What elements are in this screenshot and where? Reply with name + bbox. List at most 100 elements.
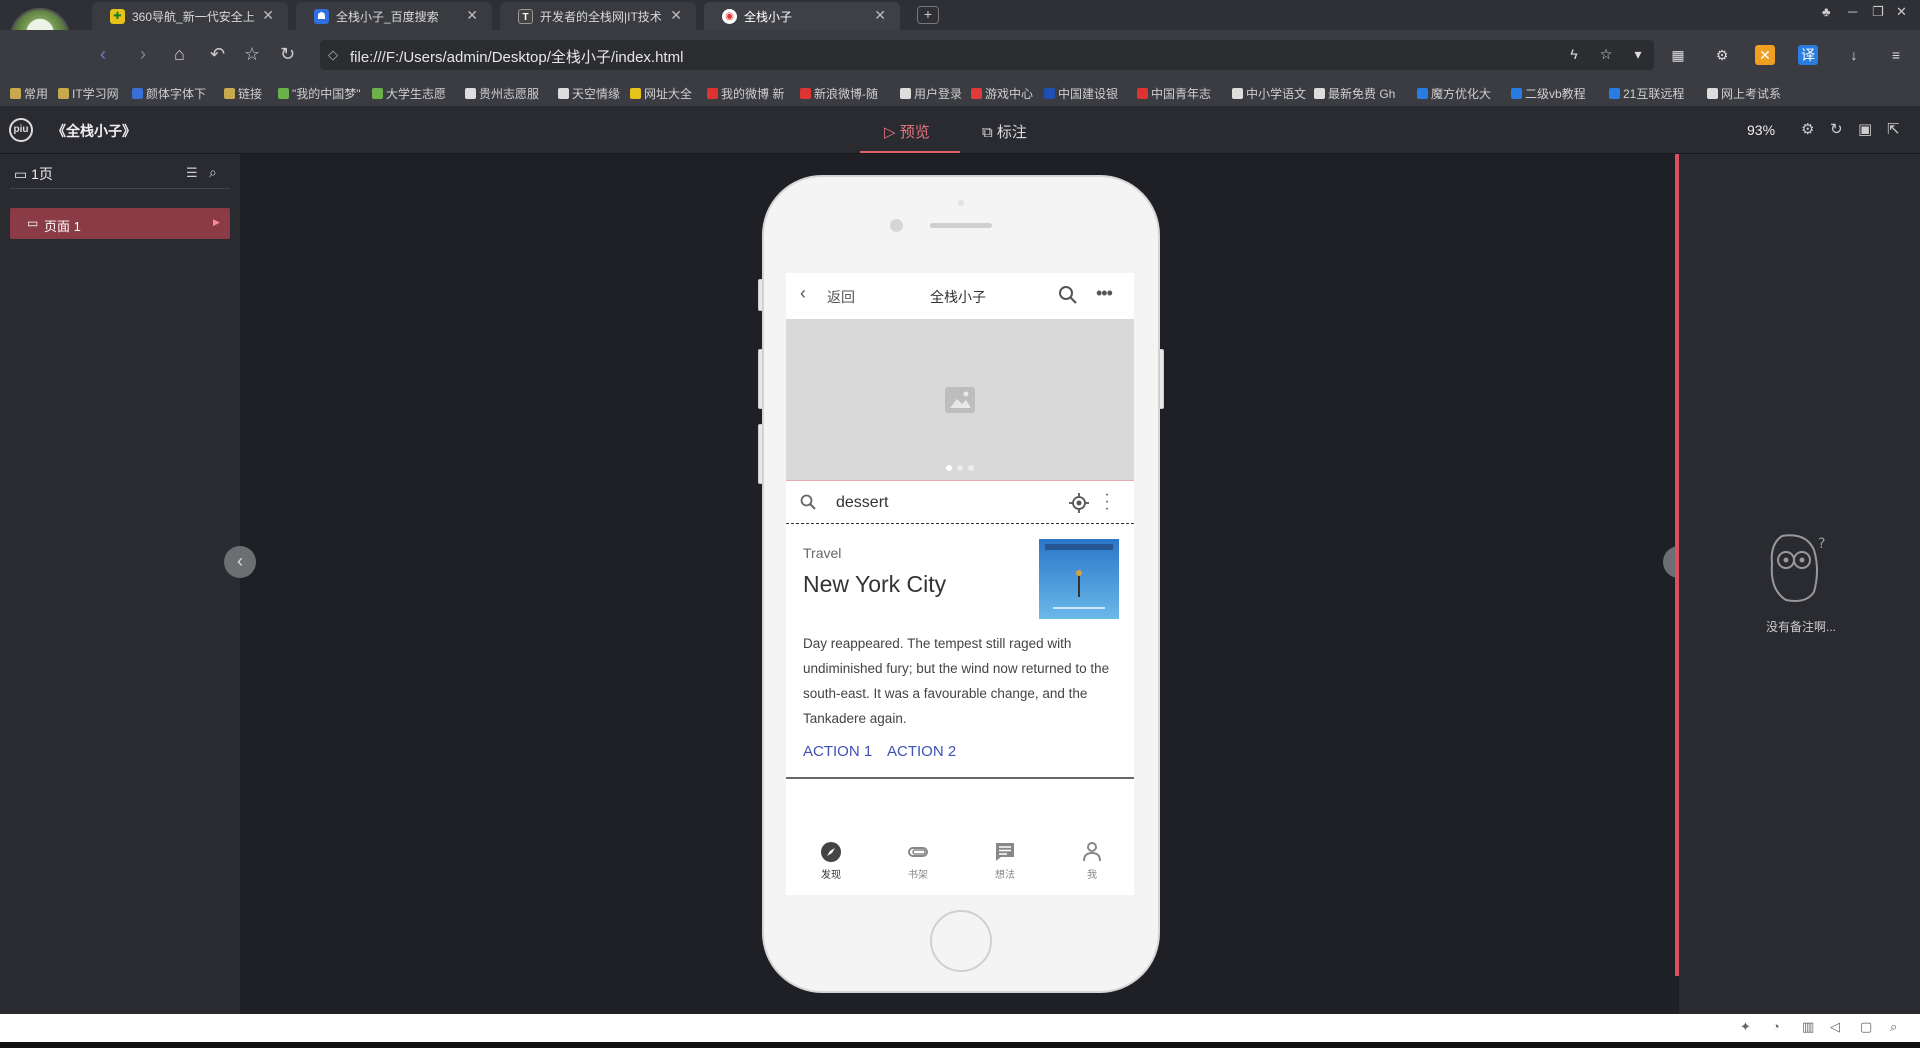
page-icon: ▭	[14, 166, 28, 182]
close-icon[interactable]: ✕	[262, 7, 274, 24]
download-icon[interactable]: ↓	[1844, 45, 1864, 65]
zoom-icon[interactable]: ⌕	[1890, 1019, 1897, 1035]
bookmark-item[interactable]: 天空情缘	[558, 85, 620, 102]
action-2-button[interactable]: ACTION 2	[887, 743, 956, 760]
minimize-icon[interactable]: ─	[1848, 4, 1857, 19]
carousel-dot-active[interactable]	[946, 465, 952, 471]
share-icon[interactable]: ⇱	[1887, 120, 1900, 138]
dropdown-icon[interactable]: ▾	[1628, 44, 1648, 64]
new-tab-button[interactable]: +	[917, 6, 939, 24]
bookmark-icon	[278, 88, 289, 99]
tab-title: 开发者的全栈网|IT技术	[540, 10, 662, 24]
reload-icon[interactable]: ↻	[280, 44, 295, 65]
bookmark-star-icon[interactable]: ☆	[1596, 44, 1616, 64]
url-text[interactable]: file:///F:/Users/admin/Desktop/全栈小子/inde…	[350, 46, 683, 67]
bookmark-item[interactable]: 常用	[10, 85, 48, 102]
caret-right-icon: ▶	[213, 217, 220, 227]
bookmark-item[interactable]: 中国青年志	[1137, 85, 1211, 102]
security-shield-icon: ◇	[328, 47, 338, 62]
tab-discover[interactable]: 发现	[801, 841, 861, 881]
refresh-icon[interactable]: ↻	[1830, 120, 1843, 138]
favorite-star-icon[interactable]: ☆	[244, 44, 260, 65]
bookmark-item[interactable]: 用户登录	[900, 85, 962, 102]
bookmark-item[interactable]: 二级vb教程	[1511, 85, 1586, 102]
lightning-icon[interactable]: ϟ	[1564, 44, 1584, 64]
pin-icon[interactable]: ✦	[1740, 1019, 1751, 1035]
bookmark-item[interactable]: 大学生志愿	[372, 85, 446, 102]
skin-icon[interactable]: ♣	[1822, 4, 1831, 19]
bookmark-item[interactable]: 新浪微博-随	[800, 85, 878, 102]
search-icon[interactable]: ⌕	[209, 164, 217, 181]
tab-ideas[interactable]: 想法	[975, 841, 1035, 881]
settings-icon[interactable]: ⚙	[1801, 120, 1814, 138]
zoom-level[interactable]: 93%	[1747, 122, 1775, 138]
bookmark-label: 最新免费 Gh	[1328, 87, 1396, 101]
bookmark-item[interactable]: IT学习网	[58, 85, 119, 102]
tab-annotate[interactable]: ⧉ 标注	[982, 121, 1027, 142]
apps-grid-icon[interactable]: ▦	[1668, 45, 1688, 65]
close-icon[interactable]: ✕	[670, 7, 682, 24]
tab-bookshelf-label: 书架	[908, 870, 928, 881]
close-icon[interactable]: ✕	[466, 7, 478, 24]
search-icon[interactable]	[1058, 285, 1078, 305]
bookmark-item[interactable]: 网址大全	[630, 85, 692, 102]
undo-icon[interactable]: ↶	[210, 44, 225, 65]
extension-icon[interactable]: ✕	[1755, 45, 1775, 65]
image-carousel[interactable]	[786, 319, 1134, 481]
trash-icon[interactable]: ▥	[1802, 1019, 1814, 1035]
app-header	[0, 106, 1920, 154]
page-item-1[interactable]	[10, 208, 230, 239]
present-icon[interactable]: ▣	[1858, 120, 1872, 138]
carousel-dot[interactable]	[957, 465, 963, 471]
bookmark-item[interactable]: 游戏中心	[971, 85, 1033, 102]
sound-icon[interactable]: ◁	[1830, 1019, 1840, 1035]
tab-me[interactable]: 我	[1062, 841, 1122, 881]
translate-button[interactable]: 译	[1798, 45, 1818, 65]
restore-icon[interactable]: ❐	[1872, 4, 1884, 20]
tab-preview[interactable]: ▷ 预览	[884, 121, 930, 142]
search-bar: dessert · · ·	[786, 481, 1134, 524]
play-icon: ▷	[884, 124, 896, 141]
bookmark-item[interactable]: 我的微博 新	[707, 85, 784, 102]
browser-tab[interactable]: T 开发者的全栈网|IT技术 ✕	[500, 2, 696, 30]
bookmark-item[interactable]: 贵州志愿服	[465, 85, 539, 102]
forward-icon[interactable]: ›	[140, 44, 146, 65]
window-icon[interactable]: ▢	[1860, 1019, 1872, 1035]
chevron-left-icon[interactable]: ‹	[800, 283, 806, 304]
prev-page-button[interactable]: ‹	[224, 546, 256, 578]
browser-tab[interactable]: ☗ 全栈小子_百度搜索 ✕	[296, 2, 492, 30]
carousel-dot[interactable]	[968, 465, 974, 471]
home-icon[interactable]: ⌂	[174, 44, 185, 65]
bookmark-item[interactable]: 中国建设银	[1044, 85, 1118, 102]
bookmark-item[interactable]: 链接	[224, 85, 262, 102]
weibo-icon: ◉	[722, 9, 737, 24]
back-icon[interactable]: ‹	[100, 44, 106, 65]
bookmark-item[interactable]: 网上考试系	[1707, 85, 1781, 102]
bookmark-item[interactable]: 中小学语文	[1232, 85, 1306, 102]
filter-icon[interactable]: ☰	[186, 165, 198, 181]
bookmark-item[interactable]: 颜体字体下	[132, 85, 206, 102]
bookmark-item[interactable]: 21互联远程	[1609, 85, 1684, 102]
bookmark-label: 中国建设银	[1058, 87, 1119, 101]
back-link[interactable]: 返回	[827, 287, 855, 307]
speed-icon[interactable]: ◔	[1772, 1019, 1780, 1034]
tab-bookshelf[interactable]: 书架	[888, 841, 948, 881]
bookmark-label: 天空情缘	[572, 87, 621, 101]
phone-home-button[interactable]	[930, 910, 992, 972]
close-icon[interactable]: ✕	[874, 7, 886, 24]
bookmark-label: 颜体字体下	[146, 87, 207, 101]
close-window-icon[interactable]: ✕	[1896, 4, 1907, 20]
more-vertical-icon[interactable]: · · ·	[1104, 487, 1110, 517]
menu-icon[interactable]: ≡	[1886, 45, 1906, 65]
bookmark-item[interactable]: 最新免费 Gh	[1314, 85, 1395, 102]
browser-tab-active[interactable]: ◉ 全栈小子 ✕	[704, 2, 900, 30]
search-input[interactable]: dessert	[836, 494, 888, 512]
location-target-icon[interactable]	[1069, 493, 1089, 513]
gear-icon[interactable]: ⚙	[1712, 45, 1732, 65]
bookmark-item[interactable]: "我的中国梦"	[278, 85, 361, 102]
more-horizontal-icon[interactable]: •••	[1096, 283, 1113, 304]
bookmark-label: 链接	[238, 87, 263, 101]
bookmark-item[interactable]: 魔方优化大	[1417, 85, 1491, 102]
action-1-button[interactable]: ACTION 1	[803, 743, 872, 760]
browser-tab[interactable]: ✚ 360导航_新一代安全上 ✕	[92, 2, 288, 30]
